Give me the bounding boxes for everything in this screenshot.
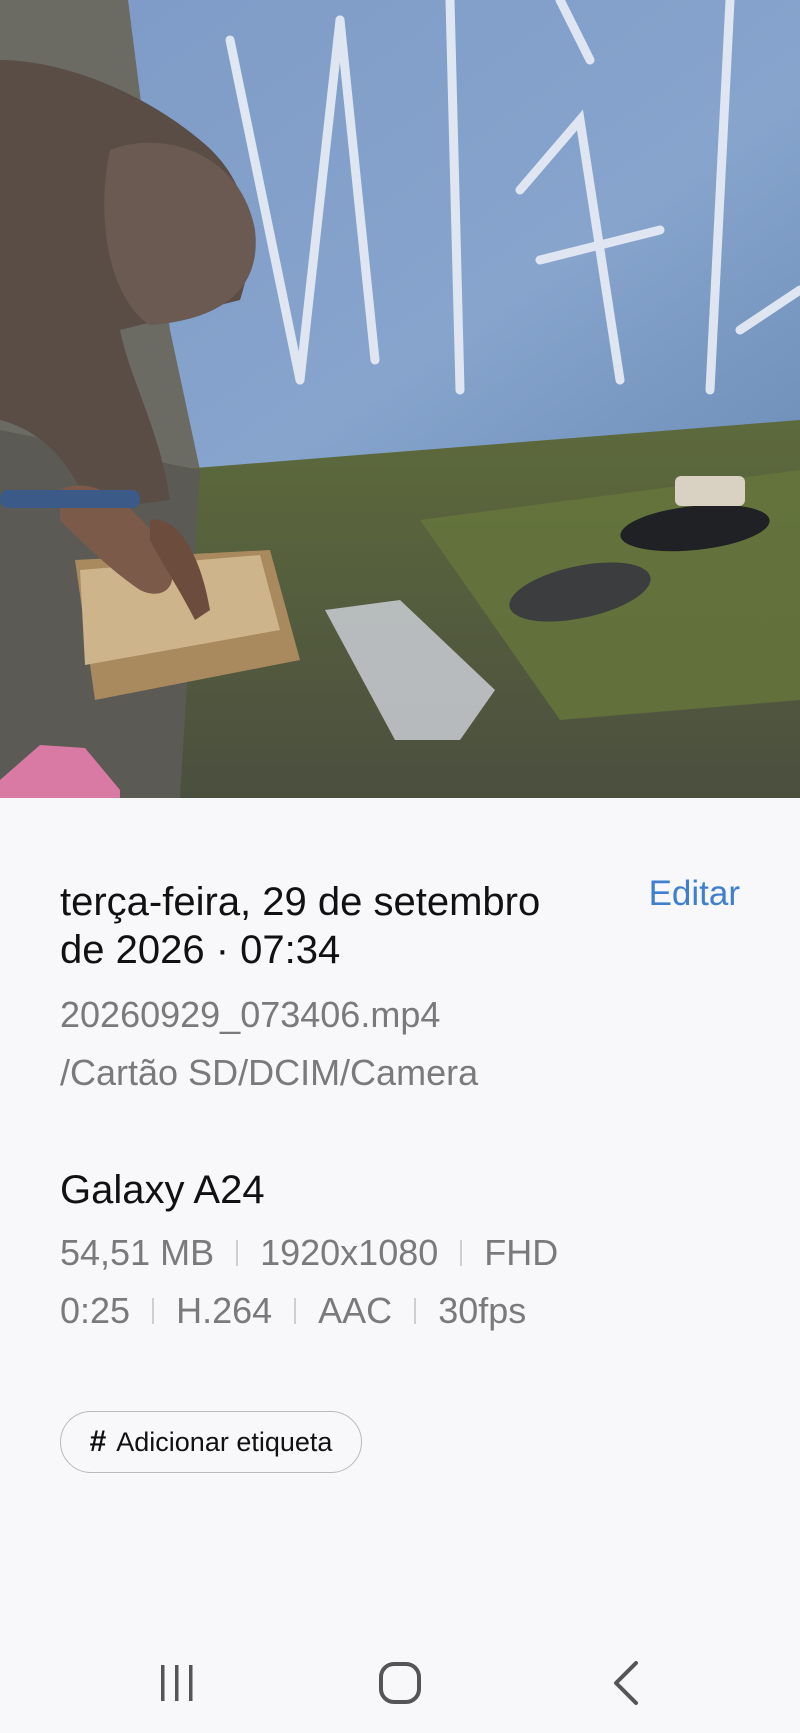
audio-codec: AAC [318,1290,393,1331]
video-thumbnail[interactable] [0,0,800,798]
video-codec: H.264 [176,1290,273,1331]
back-button[interactable] [586,1653,666,1713]
edit-button[interactable]: Editar [649,874,740,914]
separator [152,1298,155,1324]
separator [414,1298,417,1324]
framerate: 30fps [438,1290,527,1331]
recents-button[interactable] [137,1653,217,1713]
resolution: 1920x1080 [260,1232,439,1273]
navigation-bar [0,1633,800,1733]
hashtag-icon: # [89,1425,107,1458]
add-tag-button[interactable]: # Adicionar etiqueta [60,1411,362,1473]
home-button[interactable] [360,1653,440,1713]
specs-row-2: 0:25 H.264 AAC 30fps [60,1290,526,1332]
specs-row-1: 54,51 MB 1920x1080 FHD [60,1232,558,1274]
file-name: 20260929_073406.mp4 [60,994,441,1035]
separator [460,1240,463,1266]
quality: FHD [484,1232,559,1273]
duration: 0:25 [60,1290,131,1331]
add-tag-label: Adicionar etiqueta [116,1426,333,1457]
file-details-panel: terça-feira, 29 de setembro de 2026 · 07… [0,798,800,1633]
device-model: Galaxy A24 [60,1168,265,1212]
recents-icon [161,1665,193,1701]
file-path: /Cartão SD/DCIM/Camera [60,1052,479,1093]
date-time: terça-feira, 29 de setembro de 2026 · 07… [60,880,541,972]
file-size: 54,51 MB [60,1232,215,1273]
separator [236,1240,239,1266]
separator [294,1298,297,1324]
home-icon [379,1662,421,1704]
back-icon [614,1661,638,1705]
